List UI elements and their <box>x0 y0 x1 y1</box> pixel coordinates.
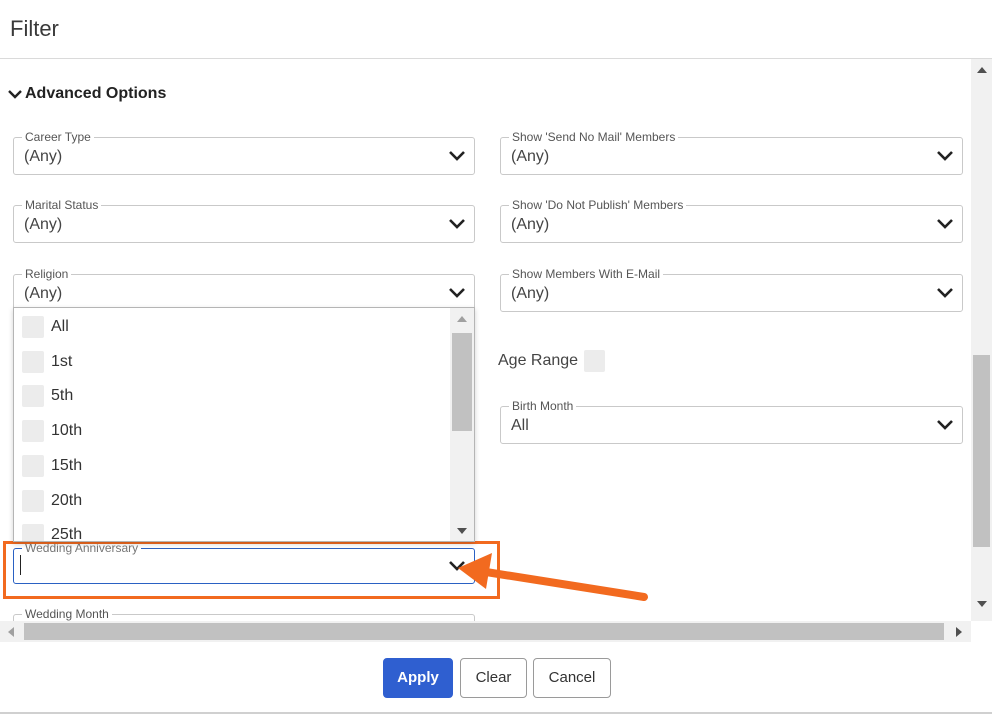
with-email-label: Show Members With E-Mail <box>509 267 664 281</box>
vertical-scroll-thumb[interactable] <box>973 355 990 547</box>
chevron-down-icon <box>449 151 465 161</box>
option-checkbox[interactable] <box>22 316 44 338</box>
list-item[interactable]: All <box>22 315 69 339</box>
chevron-down-icon <box>8 90 22 99</box>
marital-status-value: (Any) <box>24 216 63 233</box>
scroll-left-icon[interactable] <box>8 627 14 637</box>
option-checkbox[interactable] <box>22 385 44 407</box>
career-type-select[interactable]: Career Type (Any) <box>13 130 475 175</box>
with-email-value: (Any) <box>511 285 550 302</box>
clear-button[interactable]: Clear <box>460 658 527 698</box>
send-no-mail-select[interactable]: Show 'Send No Mail' Members (Any) <box>500 130 963 175</box>
option-label: All <box>51 318 69 335</box>
wedding-month-select[interactable]: Wedding Month <box>13 607 475 621</box>
apply-button[interactable]: Apply <box>383 658 453 698</box>
option-label: 10th <box>51 422 83 439</box>
marital-status-select[interactable]: Marital Status (Any) <box>13 198 475 243</box>
do-not-publish-label: Show 'Do Not Publish' Members <box>509 198 687 212</box>
dialog-title: Filter <box>10 16 59 41</box>
chevron-down-icon <box>449 288 465 298</box>
option-checkbox[interactable] <box>22 420 44 442</box>
scroll-down-icon[interactable] <box>457 528 467 534</box>
wedding-month-label: Wedding Month <box>22 607 112 621</box>
career-type-value: (Any) <box>24 148 63 165</box>
list-scrollbar[interactable] <box>450 308 474 541</box>
birth-month-label: Birth Month <box>509 399 577 413</box>
vertical-scrollbar[interactable] <box>971 59 992 621</box>
chevron-down-icon <box>937 151 953 161</box>
chevron-down-icon <box>449 219 465 229</box>
scroll-up-icon[interactable] <box>977 67 987 73</box>
chevron-down-icon <box>937 420 953 430</box>
anniversary-options-list[interactable]: All 1st 5th 10th 15th 20th 25th <box>13 307 475 542</box>
religion-value: (Any) <box>24 285 63 302</box>
filter-content: Advanced Options Career Type (Any) Show … <box>0 59 971 621</box>
horizontal-scrollbar[interactable] <box>0 621 971 642</box>
age-range-label: Age Range <box>498 352 579 369</box>
option-label: 20th <box>51 492 83 509</box>
list-item[interactable]: 1st <box>22 350 72 374</box>
list-item[interactable]: 20th <box>22 489 82 513</box>
advanced-options-toggle[interactable]: Advanced Options <box>8 85 166 103</box>
do-not-publish-value: (Any) <box>511 216 550 233</box>
do-not-publish-select[interactable]: Show 'Do Not Publish' Members (Any) <box>500 198 963 243</box>
dialog-footer: Apply Clear Cancel <box>0 642 992 714</box>
scroll-down-icon[interactable] <box>977 601 987 607</box>
birth-month-value: All <box>511 417 529 434</box>
list-item[interactable]: 10th <box>22 419 82 443</box>
dialog-header: Filter <box>0 0 992 59</box>
send-no-mail-value: (Any) <box>511 148 550 165</box>
chevron-down-icon <box>937 288 953 298</box>
career-type-label: Career Type <box>22 130 94 144</box>
option-label: 1st <box>51 353 73 370</box>
highlight-box <box>3 541 500 599</box>
marital-status-label: Marital Status <box>22 198 102 212</box>
list-item[interactable]: 15th <box>22 454 82 478</box>
religion-label: Religion <box>22 267 72 281</box>
age-range-checkbox[interactable] <box>584 350 605 372</box>
scrollbar-corner <box>971 621 992 642</box>
chevron-down-icon <box>937 219 953 229</box>
send-no-mail-label: Show 'Send No Mail' Members <box>509 130 679 144</box>
option-label: 15th <box>51 457 83 474</box>
option-checkbox[interactable] <box>22 455 44 477</box>
scroll-right-icon[interactable] <box>956 627 962 637</box>
option-label: 5th <box>51 387 74 404</box>
list-scroll-thumb[interactable] <box>452 333 472 431</box>
advanced-options-label: Advanced Options <box>25 85 167 102</box>
option-label: 25th <box>51 526 83 542</box>
option-checkbox[interactable] <box>22 351 44 373</box>
list-item[interactable]: 25th <box>22 523 83 542</box>
horizontal-scroll-thumb[interactable] <box>24 623 944 640</box>
option-checkbox[interactable] <box>22 490 44 512</box>
scroll-up-icon[interactable] <box>457 316 467 322</box>
cancel-button[interactable]: Cancel <box>533 658 611 698</box>
birth-month-select[interactable]: Birth Month All <box>500 399 963 444</box>
list-item[interactable]: 5th <box>22 384 73 408</box>
option-checkbox[interactable] <box>22 524 44 541</box>
with-email-select[interactable]: Show Members With E-Mail (Any) <box>500 267 963 312</box>
